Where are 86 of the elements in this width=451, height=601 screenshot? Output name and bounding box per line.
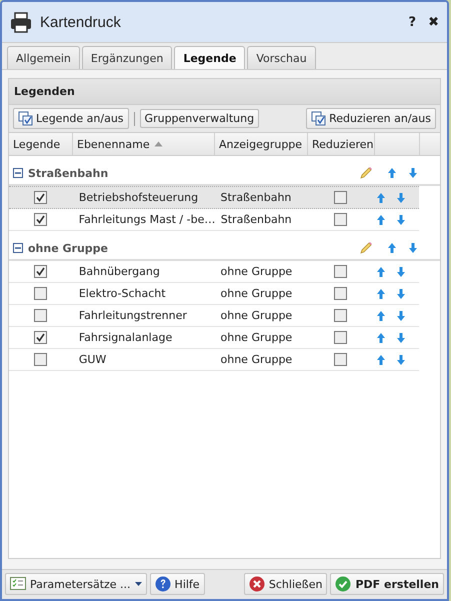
up-arrow-icon[interactable] [376,332,386,344]
table-row[interactable]: Fahrleitungs Mast / -be… Straßenbahn [9,209,419,231]
help-icon [154,576,171,592]
window-title: Kartendruck [40,14,122,30]
checkbox[interactable] [34,191,48,204]
checkbox[interactable] [334,265,348,278]
up-arrow-icon[interactable] [376,266,386,278]
table-row[interactable]: Elektro-Schacht ohne Gruppe [9,283,419,305]
collapse-icon[interactable] [13,243,23,253]
checklist-icon [10,576,26,592]
footer-button[interactable]: Parametersätze ... [5,573,147,595]
checkbox[interactable] [34,265,48,278]
tab[interactable]: Vorschau [247,46,316,69]
close-icon [248,576,265,592]
checkbox[interactable] [334,191,348,204]
checkbox[interactable] [34,353,48,366]
column-header[interactable]: Anzeigegruppe [215,133,308,155]
table-row[interactable]: Fahrleitungstrenner ohne Gruppe [9,305,419,327]
down-arrow-icon[interactable] [408,167,418,179]
table-cell-text: Fahrsignalanlage [78,330,174,346]
down-arrow-icon[interactable] [408,242,418,254]
checkbox-toggle-icon [311,111,326,126]
toolbar-button[interactable]: Gruppenverwaltung [140,109,260,128]
toolbar-button[interactable]: Reduzieren an/aus [306,108,436,129]
table-row[interactable]: GUW ohne Gruppe [9,349,419,371]
table-cell-text: ohne Gruppe [220,308,294,324]
table-row[interactable]: Betriebshofsteuerung Straßenbahn [9,186,419,209]
up-arrow-icon[interactable] [376,310,386,322]
up-arrow-icon[interactable] [376,192,386,204]
collapse-icon[interactable] [13,168,23,178]
group-name: ohne Gruppe [28,242,108,254]
panel-title: Legenden [14,85,75,98]
table-cell-text: Bahnübergang [78,264,161,280]
checkbox[interactable] [334,309,348,322]
table-cell-text: ohne Gruppe [220,286,294,302]
checkbox[interactable] [334,213,348,226]
printer-icon [10,12,32,32]
checkbox[interactable] [334,353,348,366]
down-arrow-icon[interactable] [396,192,406,204]
column-header[interactable]: Legende [9,133,73,155]
help-button[interactable]: ? [406,14,418,30]
pencil-icon[interactable] [359,241,373,255]
table-cell-text: ohne Gruppe [220,264,294,280]
table-cell-text: Straßenbahn [220,190,292,206]
close-button[interactable]: ✖ [426,14,441,30]
tab[interactable]: Ergänzungen [82,46,172,69]
checkbox[interactable] [334,331,348,344]
up-arrow-icon[interactable] [376,354,386,366]
table-cell-text: ohne Gruppe [220,330,294,346]
checkbox-toggle-icon [18,111,33,126]
table-cell-text: Fahrleitungs Mast / -be… [78,212,215,228]
down-arrow-icon[interactable] [396,214,406,226]
down-arrow-icon[interactable] [396,354,406,366]
tab[interactable]: Allgemein [7,46,80,69]
table-cell-text: Elektro-Schacht [78,286,167,302]
checkbox[interactable] [34,309,48,322]
up-arrow-icon[interactable] [387,167,397,179]
table-cell-text: ohne Gruppe [220,352,294,368]
footer-button[interactable]: Hilfe [150,573,205,595]
down-arrow-icon[interactable] [396,288,406,300]
table-cell-text: Fahrleitungstrenner [78,308,188,324]
checkbox[interactable] [334,287,348,300]
table-cell-text: Straßenbahn [220,212,293,228]
down-arrow-icon[interactable] [396,266,406,278]
checkbox[interactable] [34,287,48,300]
footer-button[interactable]: Schließen [244,573,328,595]
footer-button[interactable]: PDF erstellen [330,573,444,595]
column-header[interactable]: Ebenenname [73,133,215,155]
up-arrow-icon[interactable] [376,288,386,300]
checkbox[interactable] [34,213,48,226]
down-arrow-icon[interactable] [396,332,406,344]
pencil-icon[interactable] [359,166,373,180]
down-arrow-icon[interactable] [396,310,406,322]
up-arrow-icon[interactable] [376,214,386,226]
table-cell-text: Betriebshofsteuerung [78,190,200,206]
toolbar-button[interactable]: Legende an/aus [13,108,129,129]
column-header[interactable]: Reduzieren [308,133,375,155]
dropdown-caret-icon [134,582,142,586]
up-arrow-icon[interactable] [387,242,397,254]
table-row[interactable]: Bahnübergang ohne Gruppe [9,261,419,283]
tab[interactable]: Legende [174,46,246,69]
group-name: Straßenbahn [28,166,108,180]
table-row[interactable]: Fahrsignalanlage ohne Gruppe [9,327,419,349]
checkbox[interactable] [34,331,48,344]
table-cell-text: GUW [78,352,108,368]
check-icon [335,576,352,592]
